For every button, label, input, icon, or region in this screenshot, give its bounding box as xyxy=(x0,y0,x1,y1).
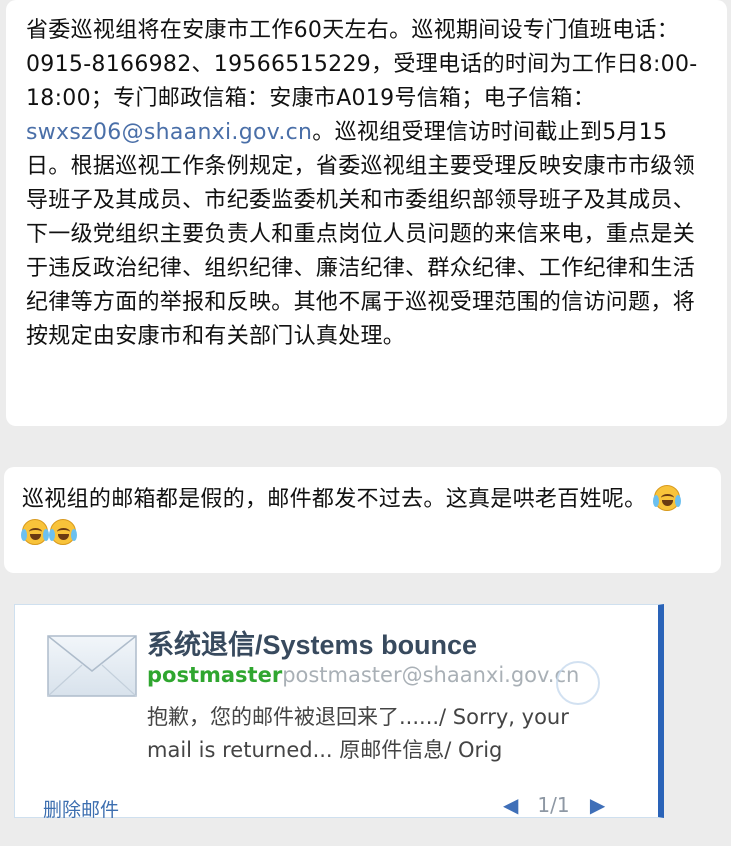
mail-sender: postmasterpostmaster@shaanxi.gov.cn xyxy=(147,663,579,687)
reply-text: 巡视组的邮箱都是假的，邮件都发不过去。这真是哄老百姓呢。 xyxy=(22,487,647,512)
mail-subject: 系统退信/Systems bounce xyxy=(147,630,478,660)
crying-laughing-emoji-icon xyxy=(21,519,49,545)
crying-laughing-emoji-icon xyxy=(49,519,77,545)
prev-page-icon[interactable]: ◀ xyxy=(503,793,518,817)
email-link[interactable]: swxsz06@shaanxi.gov.cn xyxy=(26,120,312,145)
mail-snippet: 抱歉，您的邮件被退回来了....../ Sorry, your mail is … xyxy=(147,701,627,767)
message-text: 省委巡视组将在安康市工作60天左右。巡视期间设专门值班电话：0915-81669… xyxy=(26,18,698,111)
next-page-icon[interactable]: ▶ xyxy=(590,793,605,817)
snippet-line: mail is returned... 原邮件信息/ Orig xyxy=(147,738,503,762)
envelope-icon xyxy=(47,635,137,697)
bounce-mail-card[interactable]: 系统退信/Systems bounce postmasterpostmaster… xyxy=(14,604,664,821)
sender-address: postmaster@shaanxi.gov.cn xyxy=(282,663,580,687)
delete-mail-link[interactable]: 删除邮件 xyxy=(43,795,119,822)
reply-message-bubble: 巡视组的邮箱都是假的，邮件都发不过去。这真是哄老百姓呢。 xyxy=(4,467,721,573)
snippet-line: 抱歉，您的邮件被退回来了....../ Sorry, your xyxy=(147,705,569,729)
crying-laughing-emoji-icon xyxy=(652,485,681,511)
message-text-continued: 。巡视组受理信访时间截止到5月15日。根据巡视工作条例规定，省委巡视组主要受理反… xyxy=(26,120,696,349)
page-indicator: 1/1 xyxy=(537,793,570,817)
bounce-mail-screenshot: 系统退信/Systems bounce postmasterpostmaster… xyxy=(0,590,731,846)
pager: ◀ 1/1 ▶ xyxy=(503,793,605,817)
watermark-stamp-icon xyxy=(556,661,600,705)
sender-name: postmaster xyxy=(147,663,283,687)
chat-message-bubble: 省委巡视组将在安康市工作60天左右。巡视期间设专门值班电话：0915-81669… xyxy=(6,0,727,426)
